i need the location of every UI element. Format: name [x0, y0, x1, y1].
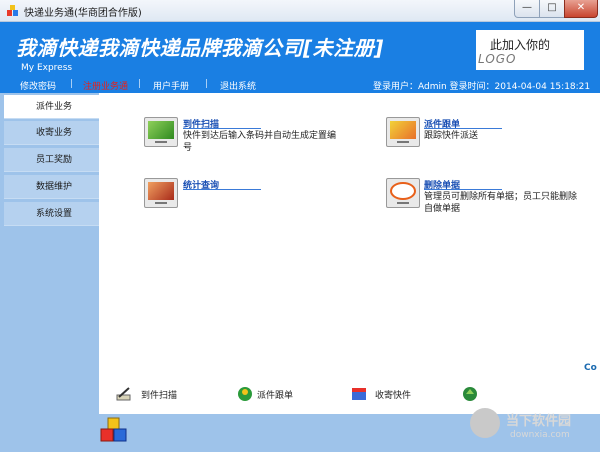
- brand-subtitle: My Express: [21, 63, 73, 73]
- toolbar-tracking-label[interactable]: 派件跟单: [257, 388, 293, 401]
- truncated-text: Co: [584, 363, 597, 373]
- toolbar-pickup-label[interactable]: 收寄快件: [375, 388, 411, 401]
- logo-placeholder: 此加入你的 LOGO: [476, 30, 584, 70]
- logo-word: LOGO: [478, 52, 517, 66]
- recycle-icon[interactable]: [461, 385, 479, 403]
- feature-desc-delete: 管理员可删除所有单据；员工只能删除自做单据: [424, 192, 578, 214]
- sidebar-item-data[interactable]: 数据维护: [4, 175, 99, 199]
- feature-underline: [183, 128, 261, 129]
- sidebar-item-rewards[interactable]: 员工奖励: [4, 148, 99, 172]
- brand-title: 我滴快递我滴快递品牌我滴公司[未注册]: [16, 36, 384, 60]
- watermark-title: 当下软件园: [506, 414, 572, 429]
- feature-desc-scan: 快件到达后输入条码并自动生成定置编号: [183, 131, 337, 153]
- scan-pen-icon[interactable]: [115, 385, 133, 403]
- menu-user-manual[interactable]: 用户手册: [153, 79, 189, 92]
- menu-exit[interactable]: 退出系统: [220, 79, 256, 92]
- app-icon: [7, 5, 18, 16]
- toolbar-scan-label[interactable]: 到件扫描: [141, 388, 177, 401]
- feature-underline: [424, 189, 502, 190]
- feature-underline: [424, 128, 502, 129]
- menu-register[interactable]: 注册业务通: [83, 79, 128, 92]
- menu-change-password[interactable]: 修改密码: [20, 79, 56, 92]
- sidebar-item-settings[interactable]: 系统设置: [4, 202, 99, 226]
- top-menubar: 修改密码 | 注册业务通 | 用户手册 | 退出系统 登录用户：Admin 登录…: [0, 75, 600, 93]
- delivery-person-icon[interactable]: [236, 385, 254, 403]
- feature-desc-tracking: 跟踪快件派送: [424, 131, 479, 141]
- login-info: 登录用户：Admin 登录时间：2014-04-04 15:18:21: [373, 82, 591, 92]
- download-arrow-icon: [470, 408, 500, 438]
- sidebar: 派件业务 收寄业务 员工奖励 数据维护 系统设置: [0, 93, 99, 452]
- tracking-icon[interactable]: [386, 117, 420, 147]
- window-titlebar: 快递业务通(华商团合作版) — □ ✕: [0, 0, 600, 22]
- cubes-logo-icon: [100, 417, 127, 442]
- delete-doc-icon[interactable]: [386, 178, 420, 208]
- feature-underline: [183, 189, 261, 190]
- maximize-button[interactable]: □: [539, 0, 565, 18]
- menu-separator: |: [138, 79, 142, 89]
- sidebar-item-pickup[interactable]: 收寄业务: [4, 121, 99, 145]
- sidebar-item-delivery[interactable]: 派件业务: [4, 95, 99, 119]
- menu-separator: |: [205, 79, 209, 89]
- menu-separator: |: [70, 79, 74, 89]
- statistics-icon[interactable]: [144, 178, 178, 208]
- scan-icon[interactable]: [144, 117, 178, 147]
- watermark: 当下软件园 downxia.com: [470, 406, 592, 446]
- logo-text: 此加入你的: [490, 38, 551, 52]
- minimize-button[interactable]: —: [514, 0, 540, 18]
- parcel-icon[interactable]: [350, 385, 368, 403]
- window-title: 快递业务通(华商团合作版): [24, 8, 142, 19]
- watermark-url: downxia.com: [510, 430, 570, 440]
- close-button[interactable]: ✕: [564, 0, 598, 18]
